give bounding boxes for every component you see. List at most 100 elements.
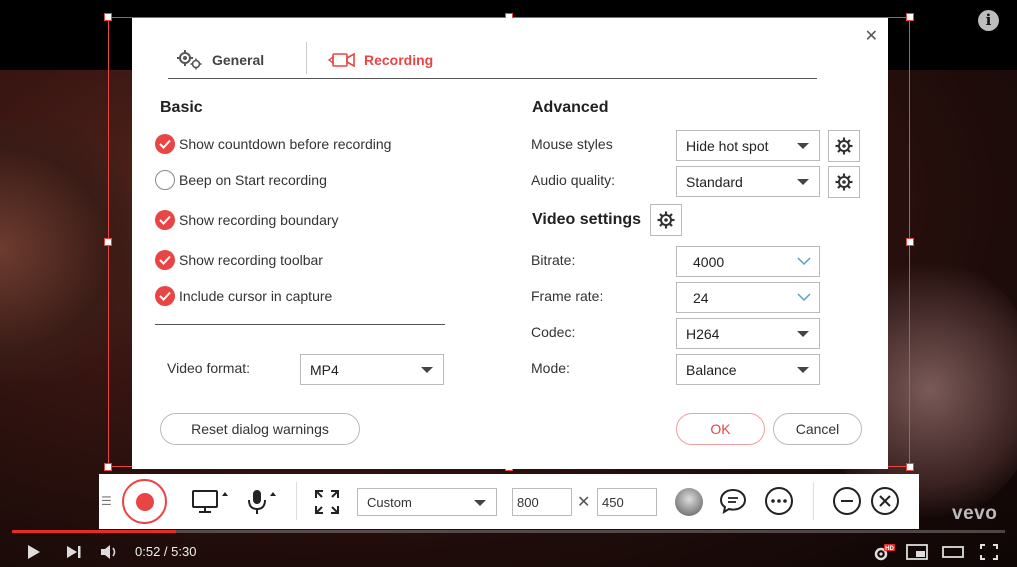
tab-bar: General Recording [168, 42, 817, 79]
gear-icon [657, 211, 675, 229]
gears-icon [177, 50, 202, 70]
tab-general-label: General [212, 52, 265, 68]
option-show-boundary[interactable]: Show recording boundary [155, 210, 339, 230]
microphone-button[interactable] [245, 488, 279, 516]
option-show-toolbar[interactable]: Show recording toolbar [155, 250, 323, 270]
resize-handle-top-left[interactable] [104, 13, 112, 21]
option-label: Show countdown before recording [179, 136, 392, 152]
next-button[interactable] [64, 544, 84, 560]
option-show-countdown[interactable]: Show countdown before recording [155, 134, 391, 154]
audio-quality-select[interactable]: Standard [676, 166, 820, 197]
close-toolbar-button[interactable] [871, 487, 899, 515]
audio-quality-value: Standard [686, 173, 743, 190]
skip-next-icon [67, 546, 81, 558]
chevron-down-icon [797, 257, 811, 266]
ok-button[interactable]: OK [676, 413, 765, 445]
checkbox-checked-icon[interactable] [155, 210, 175, 230]
mode-label: Mode: [531, 360, 570, 376]
tab-recording[interactable]: Recording [328, 42, 433, 78]
drag-handle-icon[interactable]: ☰ [101, 494, 112, 508]
video-settings-title: Video settings [532, 211, 642, 228]
option-label: Beep on Start recording [179, 172, 327, 188]
comment-button[interactable] [719, 487, 747, 515]
resize-handle-bottom-left[interactable] [104, 463, 112, 471]
volume-icon [101, 545, 116, 559]
theater-mode-icon [942, 546, 964, 558]
mouse-styles-value: Hide hot spot [686, 137, 769, 154]
recorder-toolbar: ☰ Custom 800 ✕ 450 [99, 474, 919, 529]
minimize-button[interactable] [833, 487, 861, 515]
mouse-styles-settings-button[interactable] [828, 130, 860, 162]
dropdown-arrow-icon [421, 367, 433, 373]
close-icon[interactable]: ✕ [865, 26, 878, 46]
cancel-button[interactable]: Cancel [773, 413, 862, 445]
record-button[interactable] [122, 479, 167, 524]
dropdown-arrow-icon [797, 143, 809, 149]
checkbox-checked-icon[interactable] [155, 250, 175, 270]
frame-rate-value: 24 [693, 289, 709, 306]
height-input[interactable]: 450 [597, 488, 657, 516]
minus-icon [841, 500, 853, 502]
codec-select[interactable]: H264 [676, 318, 820, 349]
dropdown-arrow-icon [797, 331, 809, 337]
fullscreen-button[interactable] [978, 544, 1000, 560]
more-options-button[interactable] [765, 487, 793, 515]
video-settings-button[interactable] [650, 204, 682, 236]
info-icon[interactable]: i [978, 10, 999, 31]
settings-button[interactable]: HD [872, 544, 896, 562]
theater-mode-button[interactable] [942, 544, 964, 560]
checkbox-checked-icon[interactable] [155, 134, 175, 154]
option-beep-on-start[interactable]: Beep on Start recording [155, 170, 327, 190]
divider [155, 324, 445, 325]
tab-general[interactable]: General [176, 42, 264, 78]
dropdown-arrow-icon [797, 179, 809, 185]
close-icon [879, 495, 891, 507]
gear-icon [835, 173, 853, 191]
checkbox-checked-icon[interactable] [155, 286, 175, 306]
region-size-select[interactable]: Custom [357, 488, 497, 516]
volume-button[interactable] [99, 544, 121, 560]
option-label: Show recording toolbar [179, 252, 323, 268]
video-format-select[interactable]: MP4 [300, 354, 444, 385]
record-icon [135, 492, 154, 511]
audio-quality-settings-button[interactable] [828, 166, 860, 198]
video-progress-fill [12, 530, 176, 533]
player-controls: 0:52 / 5:30 HD [0, 536, 1017, 567]
option-include-cursor[interactable]: Include cursor in capture [155, 286, 332, 306]
region-size-value: Custom [367, 494, 412, 510]
miniplayer-button[interactable] [906, 544, 928, 560]
miniplayer-icon [906, 544, 928, 560]
resize-handle-right[interactable] [906, 238, 914, 246]
play-button[interactable] [24, 544, 44, 560]
play-icon [28, 545, 40, 559]
video-format-label: Video format: [167, 360, 251, 376]
checkbox-unchecked-icon[interactable] [155, 170, 175, 190]
mode-select[interactable]: Balance [676, 354, 820, 385]
reset-dialog-warnings-button[interactable]: Reset dialog warnings [160, 413, 360, 445]
more-icon [771, 499, 787, 503]
resize-handle-bottom-right[interactable] [906, 463, 914, 471]
frame-rate-select[interactable]: 24 [676, 282, 820, 313]
chat-bubble-icon [719, 488, 747, 515]
gear-icon [835, 137, 853, 155]
bitrate-label: Bitrate: [531, 252, 576, 268]
avatar[interactable] [675, 488, 703, 516]
mouse-styles-select[interactable]: Hide hot spot [676, 130, 820, 161]
settings-dialog: ✕ General Recording Basic Show countdown… [132, 18, 888, 469]
fullscreen-icon [980, 544, 998, 560]
resize-handle-left[interactable] [104, 238, 112, 246]
video-time: 0:52 / 5:30 [135, 544, 197, 559]
codec-value: H264 [686, 325, 720, 342]
chevron-down-icon [797, 293, 811, 302]
screen-source-button[interactable] [191, 488, 231, 516]
mouse-styles-label: Mouse styles [531, 136, 613, 152]
monitor-icon [192, 490, 228, 513]
bitrate-select[interactable]: 4000 [676, 246, 820, 277]
width-input[interactable]: 800 [512, 488, 572, 516]
codec-label: Codec: [531, 324, 576, 340]
video-progress-bar[interactable] [12, 530, 1005, 533]
toolbar-separator [296, 482, 297, 520]
microphone-icon [248, 490, 276, 514]
fullscreen-region-button[interactable] [313, 488, 341, 516]
resize-handle-top-right[interactable] [906, 13, 914, 21]
